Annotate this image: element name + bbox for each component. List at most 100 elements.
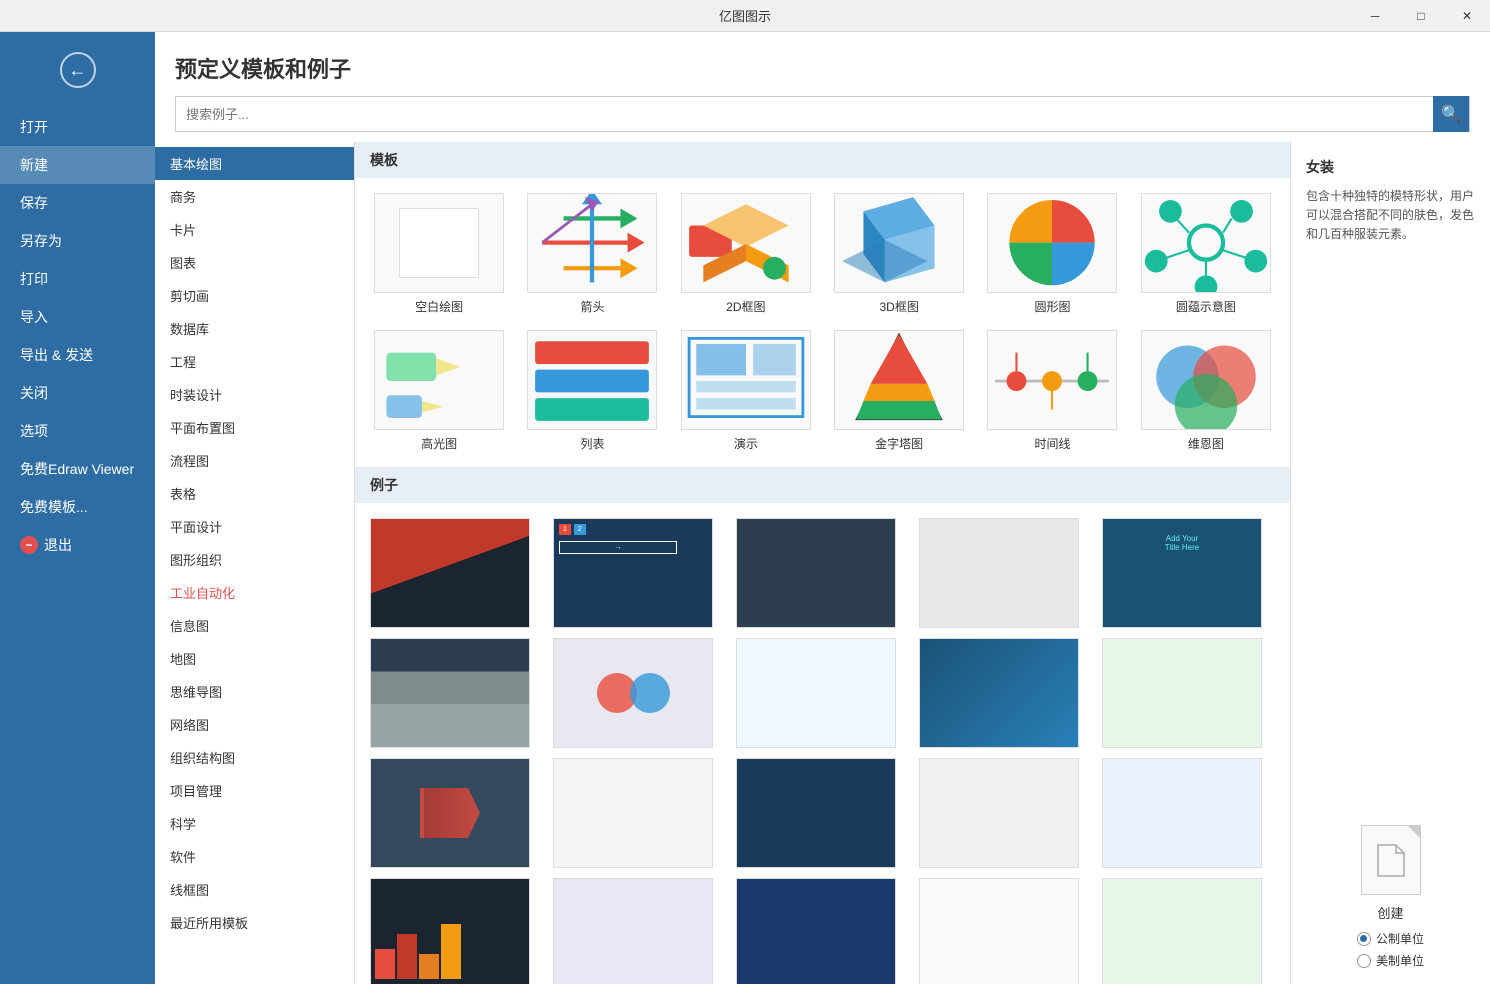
category-item-flowchart[interactable]: 流程图 <box>155 444 354 477</box>
three-col-layout: 基本绘图 商务 卡片 图表 剪切画 数据库 工程 时装设计 平面布置图 流程图 … <box>155 142 1490 984</box>
template-highlight[interactable]: 高光图 <box>370 330 508 452</box>
example-item[interactable] <box>553 638 713 748</box>
category-item-card[interactable]: 卡片 <box>155 213 354 246</box>
example-item[interactable]: 1 2 → <box>553 518 713 628</box>
example-item[interactable] <box>370 518 530 628</box>
sidebar-item-import[interactable]: 导入 <box>0 298 155 336</box>
search-button[interactable]: 🔍 <box>1433 96 1469 132</box>
sidebar-item-exit[interactable]: − 退出 <box>0 526 155 564</box>
category-item-infographic[interactable]: 图形组织 <box>155 543 354 576</box>
template-thumb-3d <box>834 193 964 293</box>
category-item-science[interactable]: 科学 <box>155 807 354 840</box>
pyramid-icon <box>835 330 963 430</box>
sidebar-menu: 打开 新建 保存 另存为 打印 导入 导出 & 发送 关闭 选项 免费Edraw… <box>0 108 155 564</box>
template-label-blank: 空白绘图 <box>415 298 463 315</box>
template-label-2d: 2D框图 <box>726 298 765 315</box>
example-item[interactable] <box>919 878 1079 984</box>
template-thumb-present <box>681 330 811 430</box>
category-item-org[interactable]: 组织结构图 <box>155 741 354 774</box>
search-input[interactable] <box>176 107 1433 122</box>
minimize-button[interactable]: － <box>1352 0 1398 32</box>
category-item-software[interactable]: 软件 <box>155 840 354 873</box>
metric-radio[interactable]: 公制单位 <box>1357 930 1424 947</box>
category-item-scissors[interactable]: 剪切画 <box>155 279 354 312</box>
example-item[interactable] <box>736 638 896 748</box>
example-item[interactable] <box>919 638 1079 748</box>
template-3d[interactable]: 3D框图 <box>830 193 968 315</box>
imperial-radio-circle <box>1357 954 1371 968</box>
example-item[interactable] <box>553 758 713 868</box>
2d-icon <box>682 193 810 293</box>
category-item-floorplan[interactable]: 平面布置图 <box>155 411 354 444</box>
example-item[interactable] <box>919 758 1079 868</box>
example-item[interactable]: Add YourTitle Here <box>1102 518 1262 628</box>
example-item[interactable] <box>370 758 530 868</box>
template-blank[interactable]: 空白绘图 <box>370 193 508 315</box>
category-item-network[interactable]: 网络图 <box>155 708 354 741</box>
sidebar-item-freetemplate[interactable]: 免费模板... <box>0 488 155 526</box>
category-item-recent[interactable]: 最近所用模板 <box>155 906 354 939</box>
category-item-table[interactable]: 表格 <box>155 477 354 510</box>
template-present[interactable]: 演示 <box>677 330 815 452</box>
example-item[interactable] <box>736 758 896 868</box>
units-radio-group: 公制单位 美制单位 <box>1357 930 1424 969</box>
file-icon <box>1376 843 1406 878</box>
blank-page-icon <box>399 208 479 278</box>
category-item-flatdesign[interactable]: 平面设计 <box>155 510 354 543</box>
template-2d[interactable]: 2D框图 <box>677 193 815 315</box>
template-pyramid[interactable]: 金字塔图 <box>830 330 968 452</box>
maximize-button[interactable]: □ <box>1398 0 1444 32</box>
sidebar-item-close[interactable]: 关闭 <box>0 374 155 412</box>
category-item-engineering[interactable]: 工程 <box>155 345 354 378</box>
category-item-mindmap[interactable]: 思维导图 <box>155 675 354 708</box>
template-list[interactable]: 列表 <box>523 330 661 452</box>
example-item[interactable] <box>1102 758 1262 868</box>
category-item-infomap[interactable]: 信息图 <box>155 609 354 642</box>
back-icon: ← <box>60 52 96 88</box>
template-thumb-pyramid <box>834 330 964 430</box>
template-thumb-arrow <box>527 193 657 293</box>
example-item[interactable] <box>370 878 530 984</box>
create-button-label: 创建 <box>1377 903 1403 922</box>
venn-icon <box>1142 330 1270 430</box>
back-button[interactable]: ← <box>0 42 155 98</box>
close-button[interactable]: ✕ <box>1444 0 1490 32</box>
example-item[interactable] <box>919 518 1079 628</box>
example-item[interactable] <box>736 878 896 984</box>
category-item-fashion[interactable]: 时装设计 <box>155 378 354 411</box>
example-item[interactable] <box>736 518 896 628</box>
category-item-map[interactable]: 地图 <box>155 642 354 675</box>
create-button-area: 创建 公制单位 美制单位 <box>1306 825 1475 969</box>
category-item-basic[interactable]: 基本绘图 <box>155 147 354 180</box>
imperial-radio[interactable]: 美制单位 <box>1357 952 1424 969</box>
template-timeline[interactable]: 时间线 <box>983 330 1121 452</box>
templates-panel: 模板 空白绘图 <box>355 142 1290 984</box>
category-item-project[interactable]: 项目管理 <box>155 774 354 807</box>
sidebar-item-freeviewer[interactable]: 免费Edraw Viewer <box>0 450 155 488</box>
page-title: 预定义模板和例子 <box>175 52 1470 84</box>
template-arrow[interactable]: 箭头 <box>523 193 661 315</box>
category-item-business[interactable]: 商务 <box>155 180 354 213</box>
template-venn[interactable]: 维恩图 <box>1137 330 1275 452</box>
sidebar-item-new[interactable]: 新建 <box>0 146 155 184</box>
category-item-industrial[interactable]: 工业自动化 <box>155 576 354 609</box>
category-item-chart[interactable]: 图表 <box>155 246 354 279</box>
category-item-wireframe[interactable]: 线框图 <box>155 873 354 906</box>
category-item-database[interactable]: 数据库 <box>155 312 354 345</box>
example-item[interactable] <box>553 878 713 984</box>
template-network[interactable]: 圆蕴示意图 <box>1137 193 1275 315</box>
arrow-icon <box>528 193 656 293</box>
sidebar-item-print[interactable]: 打印 <box>0 260 155 298</box>
sidebar-item-export[interactable]: 导出 & 发送 <box>0 336 155 374</box>
example-item[interactable] <box>370 638 530 748</box>
app-title: 亿图图示 <box>719 6 771 25</box>
sidebar-item-open[interactable]: 打开 <box>0 108 155 146</box>
sidebar-item-options[interactable]: 选项 <box>0 412 155 450</box>
template-pie[interactable]: 圆形图 <box>983 193 1121 315</box>
example-item[interactable] <box>1102 878 1262 984</box>
sidebar-item-saveas[interactable]: 另存为 <box>0 222 155 260</box>
highlight-icon <box>375 330 503 430</box>
example-item[interactable] <box>1102 638 1262 748</box>
pie-icon <box>988 193 1116 293</box>
sidebar-item-save[interactable]: 保存 <box>0 184 155 222</box>
